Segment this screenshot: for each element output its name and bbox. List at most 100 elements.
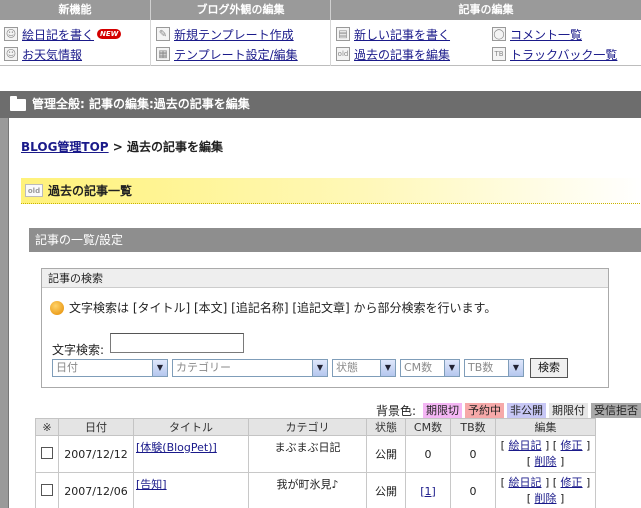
column-header-select: ※	[35, 418, 59, 436]
chevron-down-icon: ▼	[508, 360, 523, 376]
section-header: 記事の一覧/設定	[29, 228, 641, 252]
chevron-down-icon: ▼	[380, 360, 395, 376]
page-title-bar: 管理全般: 記事の編集:過去の記事を編集	[0, 91, 641, 118]
category-select-value: カテゴリー	[176, 361, 231, 374]
nav-divider	[150, 20, 151, 66]
status-select[interactable]: 状態 ▼	[332, 359, 396, 377]
row-category: 我が町氷見♪	[248, 472, 367, 508]
table-header-row: ※ 日付 タイトル カテゴリ 状態 CM数 TB数 編集	[35, 418, 596, 436]
nav-link-new-template[interactable]: 新規テンプレート作成	[174, 26, 294, 43]
nav-item-trackbacks[interactable]: TB トラックバック一覧	[492, 45, 617, 63]
nav-item-edit-past-posts[interactable]: old 過去の記事を編集	[336, 45, 450, 63]
folder-icon	[10, 95, 26, 111]
nav-link-weather[interactable]: お天気情報	[22, 46, 82, 63]
page-title: 管理全般: 記事の編集:過去の記事を編集	[32, 97, 250, 111]
color-legend-label: 背景色:	[375, 404, 416, 418]
row-tb-count: 0	[450, 472, 496, 508]
nav-divider	[330, 20, 331, 66]
edit-modify-link[interactable]: 修正	[561, 476, 583, 489]
nav-item-weather[interactable]: ☺ お天気情報	[4, 45, 82, 63]
info-icon	[50, 300, 64, 315]
nav-header-appearance: ブログ外観の編集	[150, 0, 330, 20]
column-header-title: タイトル	[133, 418, 249, 436]
text-search-input[interactable]	[110, 333, 244, 353]
main-content: BLOG管理TOP > 過去の記事を編集 old 過去の記事一覧 記事の一覧/設…	[8, 118, 641, 508]
nav-link-picture-diary[interactable]: 絵日記を書く	[22, 26, 94, 43]
nav-item-new-post[interactable]: ▤ 新しい記事を書く	[336, 25, 450, 43]
nav-header-new-features: 新機能	[58, 3, 92, 16]
row-status: 公開	[366, 472, 406, 508]
chevron-down-icon: ▼	[152, 360, 167, 376]
pencil-icon: ✎	[156, 27, 170, 41]
nav-link-new-post[interactable]: 新しい記事を書く	[354, 26, 450, 43]
color-legend: 背景色: 期限切 予約中 非公開 期限付 受信拒否	[376, 402, 641, 419]
template-icon: ▦	[156, 47, 170, 61]
row-title-cell: [体験(BlogPet)]	[133, 435, 249, 473]
row-title-cell: [告知]	[133, 472, 249, 508]
nav-link-edit-past-posts[interactable]: 過去の記事を編集	[354, 46, 450, 63]
nav-item-template-settings[interactable]: ▦ テンプレート設定/編集	[156, 45, 298, 63]
tb-count-select-value: TB数	[468, 361, 494, 374]
row-tb-count: 0	[450, 435, 496, 473]
cm-count-select-value: CM数	[404, 361, 433, 374]
edit-delete-link[interactable]: 削除	[535, 492, 557, 505]
breadcrumb-root-link[interactable]: BLOG管理TOP	[21, 140, 109, 154]
edit-picture-diary-link[interactable]: 絵日記	[508, 439, 541, 452]
chevron-down-icon: ▼	[444, 360, 459, 376]
old-icon: old	[25, 184, 43, 197]
row-edit-cell: [ 絵日記 ] [ 修正 ][ 削除 ]	[495, 435, 596, 473]
search-info: 文字検索は [タイトル] [本文] [追記名称] [追記文章] から部分検索を行…	[50, 299, 496, 316]
edit-delete-link[interactable]: 削除	[535, 455, 557, 468]
comment-icon: ◯	[492, 27, 506, 41]
nav-link-template-settings[interactable]: テンプレート設定/編集	[174, 46, 298, 63]
nav-links-panel: ☺ 絵日記を書く NEW ☺ お天気情報 ✎ 新規テンプレート作成 ▦ テンプレ…	[0, 20, 641, 66]
nav-item-new-template[interactable]: ✎ 新規テンプレート作成	[156, 25, 294, 43]
row-cm-count-link[interactable]: [1]	[420, 485, 436, 498]
column-header-status: 状態	[366, 418, 406, 436]
legend-time-limited: 期限付	[549, 403, 588, 418]
edit-modify-link[interactable]: 修正	[561, 439, 583, 452]
table-row: 2007/12/06 [告知] 我が町氷見♪ 公開 [1] 0 [ 絵日記 ] …	[35, 472, 596, 508]
top-navigation: 新機能 ブログ外観の編集 記事の編集	[0, 0, 641, 20]
nav-item-picture-diary[interactable]: ☺ 絵日記を書く NEW	[4, 25, 122, 43]
row-select-cell	[35, 472, 59, 508]
row-category: まぶまぶ日記	[248, 435, 367, 473]
breadcrumb-separator: >	[112, 140, 123, 154]
row-cm-count: 0	[405, 435, 451, 473]
legend-expired: 期限切	[423, 403, 462, 418]
old-icon: old	[336, 47, 350, 61]
row-title-link[interactable]: [告知]	[136, 478, 167, 491]
column-header-tb: TB数	[450, 418, 496, 436]
document-icon: ▤	[336, 27, 350, 41]
text-search-label: 文字検索:	[52, 343, 105, 357]
search-button[interactable]: 検索	[530, 358, 568, 378]
date-select-value: 日付	[56, 361, 78, 374]
row-checkbox[interactable]	[41, 483, 53, 496]
nav-link-trackbacks[interactable]: トラックバック一覧	[510, 46, 617, 63]
breadcrumb-current: 過去の記事を編集	[127, 140, 224, 154]
row-date: 2007/12/12	[58, 435, 134, 473]
nav-header-post-edit: 記事の編集	[330, 0, 641, 20]
date-select[interactable]: 日付 ▼	[52, 359, 168, 377]
edit-picture-diary-link[interactable]: 絵日記	[508, 476, 541, 489]
person-icon: ☺	[4, 47, 18, 61]
legend-blocked: 受信拒否	[591, 403, 641, 418]
cm-count-select[interactable]: CM数 ▼	[400, 359, 460, 377]
row-edit-cell: [ 絵日記 ] [ 修正 ][ 削除 ]	[495, 472, 596, 508]
nav-link-comments[interactable]: コメント一覧	[510, 26, 582, 43]
table-row: 2007/12/12 [体験(BlogPet)] まぶまぶ日記 公開 0 0 […	[35, 435, 596, 473]
row-cm-count-cell: [1]	[405, 472, 451, 508]
nav-item-comments[interactable]: ◯ コメント一覧	[492, 25, 582, 43]
row-date: 2007/12/06	[58, 472, 134, 508]
row-checkbox[interactable]	[41, 446, 53, 459]
spacer	[0, 67, 641, 91]
search-panel: 記事の検索 文字検索は [タイトル] [本文] [追記名称] [追記文章] から…	[41, 268, 609, 388]
category-select[interactable]: カテゴリー ▼	[172, 359, 328, 377]
trackback-icon: TB	[492, 47, 506, 61]
row-title-link[interactable]: [体験(BlogPet)]	[136, 441, 217, 454]
column-header-cm: CM数	[405, 418, 451, 436]
row-status: 公開	[366, 435, 406, 473]
tb-count-select[interactable]: TB数 ▼	[464, 359, 524, 377]
left-frame-bar	[0, 118, 8, 508]
column-header-category: カテゴリ	[248, 418, 367, 436]
